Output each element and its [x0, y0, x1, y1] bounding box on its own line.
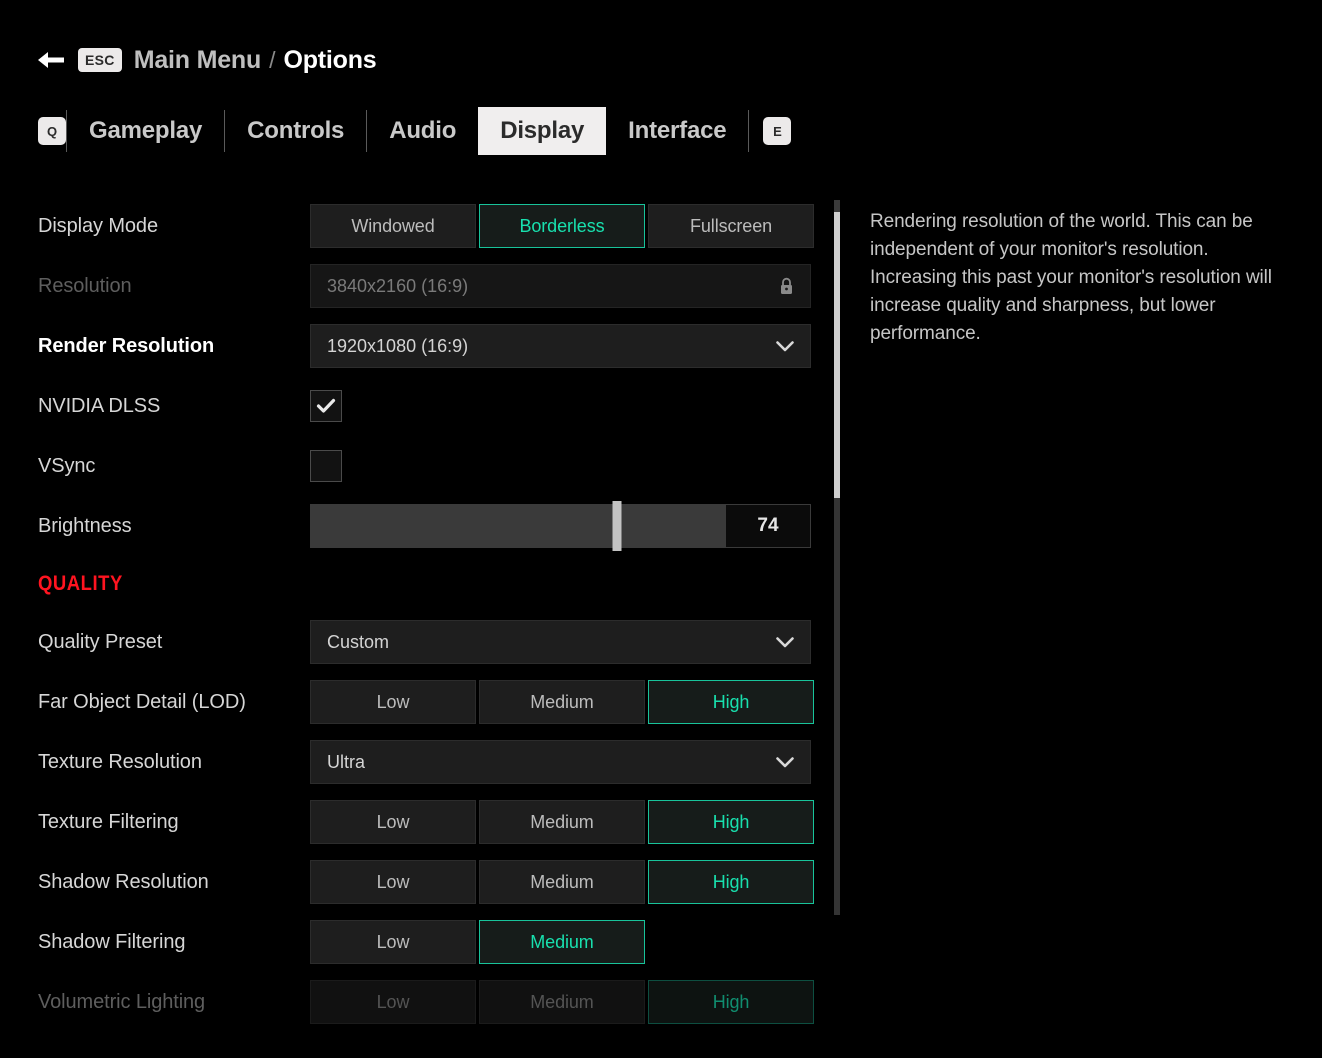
segmented-control-far-object-detail: Low Medium High [310, 680, 814, 724]
settings-scrollbar-track[interactable] [834, 200, 840, 915]
render-resolution-value: 1920x1080 (16:9) [327, 335, 469, 356]
breadcrumb: ESC Main Menu / Options [38, 42, 377, 78]
breadcrumb-separator: / [269, 46, 276, 73]
quality-preset-value: Custom [327, 631, 390, 652]
arrow-left-icon[interactable] [38, 48, 64, 72]
segmented-control-texture-filtering: Low Medium High [310, 800, 814, 844]
setting-label: NVIDIA DLSS [38, 394, 161, 417]
setting-row-vsync[interactable]: VSync [0, 436, 845, 496]
setting-label: VSync [38, 454, 96, 477]
setting-row-shadow-filtering[interactable]: Shadow Filtering Low Medium [0, 912, 845, 972]
segment-borderless[interactable]: Borderless [479, 204, 645, 248]
brightness-slider-track[interactable] [310, 501, 725, 551]
segment-medium[interactable]: Medium [479, 920, 645, 964]
texture-resolution-dropdown[interactable]: Ultra [310, 740, 811, 784]
setting-label: Texture Resolution [38, 750, 202, 773]
segment-low[interactable]: Low [310, 680, 476, 724]
setting-label: Volumetric Lighting [38, 990, 206, 1013]
chevron-down-icon [776, 756, 794, 767]
segment-windowed[interactable]: Windowed [310, 204, 476, 248]
segment-high[interactable]: High [648, 800, 814, 844]
breadcrumb-parent[interactable]: Main Menu [134, 46, 262, 75]
lock-icon [781, 277, 792, 294]
setting-row-render-resolution[interactable]: Render Resolution 1920x1080 (16:9) [0, 316, 845, 376]
segment-low[interactable]: Low [310, 920, 476, 964]
segment-fullscreen[interactable]: Fullscreen [648, 204, 814, 248]
tab-gameplay[interactable]: Gameplay [67, 107, 224, 155]
setting-row-brightness[interactable]: Brightness 74 [0, 496, 845, 556]
segment-low: Low [310, 980, 476, 1024]
segmented-control-display-mode: Windowed Borderless Fullscreen [310, 204, 814, 248]
next-tab-key-badge[interactable]: E [763, 117, 792, 145]
quality-preset-dropdown[interactable]: Custom [310, 620, 811, 664]
tab-divider [748, 110, 750, 152]
resolution-readonly-field: 3840x2160 (16:9) [310, 264, 811, 308]
segment-medium[interactable]: Medium [479, 800, 645, 844]
setting-row-texture-resolution[interactable]: Texture Resolution Ultra [0, 732, 845, 792]
segment-high[interactable]: High [648, 860, 814, 904]
texture-resolution-value: Ultra [327, 751, 366, 772]
setting-description: Rendering resolution of the world. This … [870, 211, 1272, 344]
esc-key-badge[interactable]: ESC [78, 48, 122, 72]
segment-low[interactable]: Low [310, 800, 476, 844]
chevron-down-icon [776, 636, 794, 647]
setting-label: Display Mode [38, 214, 158, 237]
vsync-checkbox[interactable] [310, 450, 342, 482]
setting-row-display-mode[interactable]: Display Mode Windowed Borderless Fullscr… [0, 196, 845, 256]
setting-label: Far Object Detail (LOD) [38, 690, 246, 713]
setting-row-volumetric-lighting: Volumetric Lighting Low Medium High [0, 972, 845, 1032]
nvidia-dlss-checkbox[interactable] [310, 390, 342, 422]
setting-label: Shadow Resolution [38, 870, 209, 893]
segment-low[interactable]: Low [310, 860, 476, 904]
options-tabbar: Q Gameplay Controls Audio Display Interf… [38, 106, 792, 156]
segment-high[interactable]: High [648, 680, 814, 724]
tab-interface[interactable]: Interface [606, 107, 748, 155]
setting-row-quality-preset[interactable]: Quality Preset Custom [0, 612, 845, 672]
segment-medium[interactable]: Medium [479, 860, 645, 904]
setting-label: Brightness [38, 514, 132, 537]
section-title: QUALITY [38, 572, 123, 595]
settings-list: Display Mode Windowed Borderless Fullscr… [0, 196, 845, 1058]
chevron-down-icon [776, 340, 794, 351]
segmented-control-shadow-resolution: Low Medium High [310, 860, 814, 904]
segment-medium: Medium [479, 980, 645, 1024]
brightness-value: 74 [725, 504, 811, 548]
setting-row-resolution: Resolution 3840x2160 (16:9) [0, 256, 845, 316]
setting-row-shadow-resolution[interactable]: Shadow Resolution Low Medium High [0, 852, 845, 912]
prev-tab-key-badge[interactable]: Q [38, 117, 66, 145]
brightness-slider-handle[interactable] [612, 501, 622, 551]
breadcrumb-current: Options [283, 45, 377, 74]
setting-row-texture-filtering[interactable]: Texture Filtering Low Medium High [0, 792, 845, 852]
scrollbar-top-cap [834, 200, 840, 212]
segmented-control-shadow-filtering: Low Medium [310, 920, 645, 964]
tab-audio[interactable]: Audio [367, 107, 478, 155]
section-header-quality: QUALITY [0, 556, 845, 612]
setting-label: Shadow Filtering [38, 930, 186, 953]
setting-row-nvidia-dlss[interactable]: NVIDIA DLSS [0, 376, 845, 436]
setting-label: Render Resolution [38, 334, 215, 357]
settings-scrollbar-thumb[interactable] [834, 212, 840, 499]
setting-row-far-object-detail[interactable]: Far Object Detail (LOD) Low Medium High [0, 672, 845, 732]
segment-medium[interactable]: Medium [479, 680, 645, 724]
segmented-control-volumetric-lighting: Low Medium High [310, 980, 814, 1024]
setting-label: Texture Filtering [38, 810, 179, 833]
tab-display[interactable]: Display [478, 107, 607, 155]
render-resolution-dropdown[interactable]: 1920x1080 (16:9) [310, 324, 811, 368]
setting-label: Quality Preset [38, 630, 163, 653]
checkmark-icon [316, 398, 336, 413]
segment-high: High [648, 980, 814, 1024]
tab-controls[interactable]: Controls [225, 107, 366, 155]
setting-label: Resolution [38, 274, 132, 297]
resolution-value: 3840x2160 (16:9) [327, 275, 469, 296]
